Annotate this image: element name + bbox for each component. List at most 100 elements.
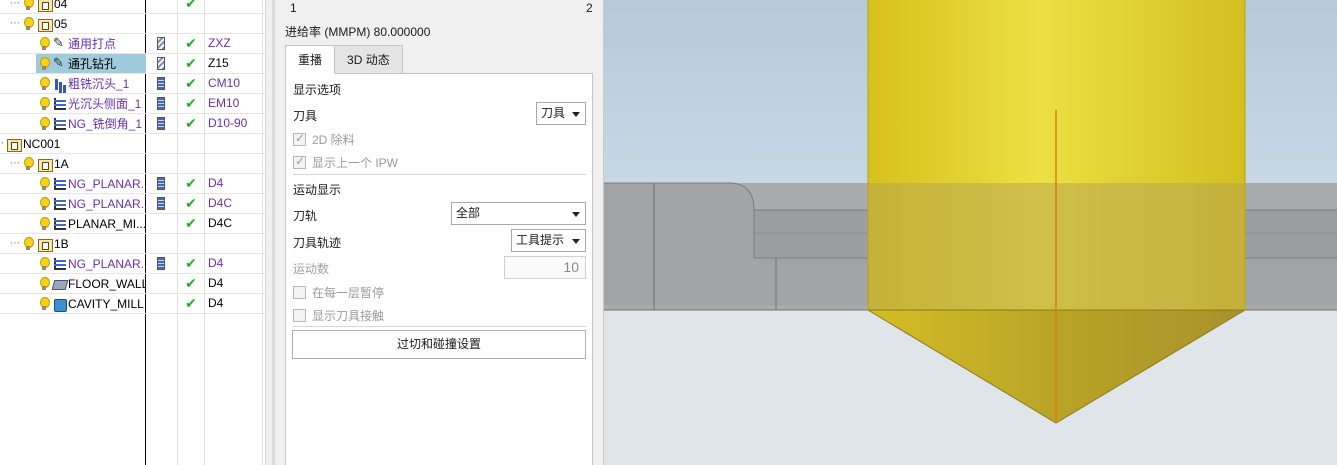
checkmark-icon: ✔ <box>185 195 197 211</box>
toolpath-state-cell <box>146 74 176 93</box>
checkmark-icon: ✔ <box>185 255 197 271</box>
checkmark-icon: ✔ <box>185 35 197 51</box>
operation-name: CAVITY_MILL <box>68 296 144 311</box>
operation-name: FLOOR_WALL <box>68 276 146 291</box>
checkbox-2d-remove-label: 2D 除料 <box>312 133 355 147</box>
navigator-operation-row[interactable]: 通用打点 ✔ ZXZ <box>0 34 265 54</box>
toolpath-state-cell <box>146 254 176 273</box>
panel-splitter[interactable] <box>265 0 275 465</box>
operation-name: 粗铣沉头_1 <box>68 77 130 91</box>
motion-display-heading: 运动显示 <box>293 183 342 197</box>
operation-name-cell: 1A <box>20 154 146 173</box>
section-divider <box>293 174 586 175</box>
operation-name: 05 <box>54 16 68 31</box>
checkbox-2d-remove[interactable]: 2D 除料 <box>293 131 355 148</box>
scene-render <box>604 0 1337 465</box>
tab-bar: 重播 3D 动态 <box>285 45 403 74</box>
floor-operation-icon <box>53 277 66 291</box>
toolpath-dropdown[interactable]: 全部 <box>451 202 586 225</box>
operation-name-cell: 1B <box>20 234 146 253</box>
operation-name: NG_PLANAR... <box>68 256 146 271</box>
navigator-operation-row[interactable]: PLANAR_MI... ✔ D4C <box>0 214 265 234</box>
toolpath-label: 刀轨 <box>293 209 318 223</box>
lightbulb-icon <box>38 296 51 311</box>
operation-name: 1A <box>54 156 69 171</box>
navigator-operation-row[interactable]: CAVITY_MILL ✔ D4 <box>0 294 265 314</box>
toolpath-state-cell <box>146 94 176 113</box>
checkmark-icon: ✔ <box>185 115 197 131</box>
checkmark-icon: ✔ <box>185 55 197 71</box>
operation-name: 04 <box>54 0 68 11</box>
toolpath-state-icon <box>157 57 165 70</box>
tool-name: D4 <box>208 256 224 270</box>
replay-tab-content: 显示选项 刀具 刀具 2D 除料 显示上一个 IPW 运动显示 刀轨 全部 刀具… <box>285 73 593 465</box>
lightbulb-icon <box>38 276 51 291</box>
planar-operation-icon <box>53 217 66 231</box>
tool-name: D4 <box>208 296 224 310</box>
gouge-collision-settings-button[interactable]: 过切和碰撞设置 <box>292 330 586 359</box>
graphics-viewport[interactable] <box>604 0 1337 465</box>
navigator-operation-row[interactable]: NG_铣倒角_1 ✔ D10-90 <box>0 114 265 134</box>
lightbulb-icon <box>22 16 35 31</box>
checkbox-show-tool-contact-label: 显示刀具接触 <box>312 309 385 323</box>
operation-name: NG_PLANAR... <box>68 196 146 211</box>
navigator-group-row[interactable]: ⋯ 04 ✔ <box>0 0 265 14</box>
tree-connector-icon: ⋯ <box>10 0 20 9</box>
motion-count-field[interactable]: 10 <box>504 256 586 279</box>
tool-trace-dropdown[interactable]: 工具提示 <box>511 229 586 252</box>
mill-operation-icon <box>53 77 66 91</box>
group-operation-icon <box>37 237 53 252</box>
navigator-operation-row[interactable]: NG_PLANAR... ✔ D4C <box>0 194 265 214</box>
checkbox-pause-each-layer-label: 在每一层暂停 <box>312 286 385 300</box>
checkmark-icon: ✔ <box>185 95 197 111</box>
checkbox-show-previous-ipw[interactable]: 显示上一个 IPW <box>293 154 398 171</box>
tree-connector-icon: ⋯ <box>10 18 20 29</box>
navigator-operation-row[interactable]: NG_PLANAR... ✔ D4 <box>0 254 265 274</box>
operation-name-cell: 通用打点 <box>36 34 146 53</box>
lightbulb-icon <box>38 96 51 111</box>
tool-name: D10-90 <box>208 116 248 130</box>
operation-name-cell: FLOOR_WALL <box>36 274 146 293</box>
operation-name-cell: NG_铣倒角_1 <box>36 114 146 133</box>
operation-name: NG_铣倒角_1 <box>68 117 143 131</box>
motion-count-label: 运动数 <box>293 262 330 276</box>
operation-name: NC001 <box>23 136 61 151</box>
navigator-operation-row[interactable]: NG_PLANAR... ✔ D4 <box>0 174 265 194</box>
lightbulb-icon <box>38 176 51 191</box>
checkbox-pause-each-layer[interactable]: 在每一层暂停 <box>293 284 384 301</box>
operation-name-cell: 粗铣沉头_1 <box>36 74 146 93</box>
navigator-operation-row[interactable]: 粗铣沉头_1 ✔ CM10 <box>0 74 265 94</box>
navigator-operation-row[interactable]: 通孔钻孔 ✔ Z15 <box>0 54 265 74</box>
navigator-group-row[interactable]: ⋯ 05 <box>0 14 265 34</box>
lightbulb-icon <box>22 0 35 11</box>
tool-display-dropdown[interactable]: 刀具 <box>536 102 586 125</box>
checkbox-show-tool-contact[interactable]: 显示刀具接触 <box>293 307 384 324</box>
operation-name-cell: NG_PLANAR... <box>36 194 146 213</box>
operation-name-cell: NG_PLANAR... <box>36 174 146 193</box>
lightbulb-icon <box>38 196 51 211</box>
tab-3d-dynamic[interactable]: 3D 动态 <box>334 45 403 73</box>
tool-name: CM10 <box>208 76 241 90</box>
navigator-group-row[interactable]: ⋯NC001 <box>0 134 265 154</box>
operation-name-cell: 光沉头侧面_1 <box>36 94 146 113</box>
navigator-operation-row[interactable]: 光沉头侧面_1 ✔ EM10 <box>0 94 265 114</box>
drill-operation-icon <box>53 55 66 71</box>
navigator-group-row[interactable]: ⋯ 1B <box>0 234 265 254</box>
tab-replay[interactable]: 重播 <box>285 45 336 74</box>
checkmark-icon: ✔ <box>185 175 197 191</box>
group-operation-icon <box>37 17 53 32</box>
checkmark-icon: ✔ <box>185 215 197 231</box>
navigator-group-row[interactable]: ⋯ 1A <box>0 154 265 174</box>
tool-trace-label: 刀具轨迹 <box>293 236 342 250</box>
navigator-operation-row[interactable]: FLOOR_WALL ✔ D4 <box>0 274 265 294</box>
tool-trace-value: 工具提示 <box>516 233 565 247</box>
checkmark-icon: ✔ <box>185 0 197 11</box>
toolpath-state-icon <box>157 197 165 210</box>
cavity-operation-icon <box>53 297 67 312</box>
section-divider <box>293 326 586 327</box>
animation-speed-min: 1 <box>290 1 297 15</box>
operation-name-cell: CAVITY_MILL <box>36 294 146 313</box>
planar-operation-icon <box>53 177 66 191</box>
checkmark-icon: ✔ <box>185 275 197 291</box>
checkbox-show-previous-ipw-box <box>293 154 306 169</box>
